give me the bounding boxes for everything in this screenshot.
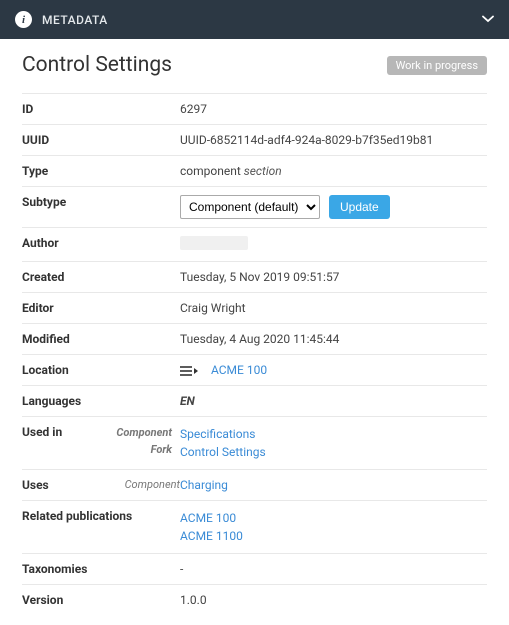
field-editor: Editor Craig Wright — [22, 292, 487, 323]
label-related: Related publications — [22, 509, 180, 523]
sublabel-uses: Component — [125, 478, 180, 491]
value-uses: Charging — [180, 478, 487, 492]
label-modified: Modified — [22, 332, 180, 346]
field-used-in: Used in Component Fork Specifications Co… — [22, 416, 487, 469]
value-id: 6297 — [180, 102, 487, 116]
field-related: Related publications ACME 100 ACME 1100 — [22, 500, 487, 553]
type-prefix: component — [180, 164, 244, 178]
label-author: Author — [22, 236, 180, 250]
used-in-link-2[interactable]: Control Settings — [180, 443, 487, 461]
page-title: Control Settings — [22, 53, 387, 77]
field-languages: Languages EN — [22, 385, 487, 416]
value-location: ACME 100 — [180, 363, 487, 377]
value-related: ACME 100 ACME 1100 — [180, 509, 487, 545]
field-location: Location ACME 100 — [22, 354, 487, 385]
sublabel-fork: Fork — [151, 442, 172, 459]
author-redacted — [180, 236, 248, 250]
field-version: Version 1.0.0 — [22, 584, 487, 615]
field-author: Author — [22, 227, 487, 261]
breadcrumb-icon[interactable] — [180, 365, 198, 377]
field-id: ID 6297 — [22, 93, 487, 124]
related-link-2[interactable]: ACME 1100 — [180, 527, 487, 545]
sublabel-component: Component — [116, 425, 172, 442]
label-used-in-text: Used in — [22, 425, 116, 439]
label-location: Location — [22, 363, 180, 377]
chevron-down-icon[interactable] — [482, 12, 494, 27]
value-created: Tuesday, 5 Nov 2019 09:51:57 — [180, 270, 487, 284]
label-used-in: Used in Component Fork — [22, 425, 180, 458]
value-version: 1.0.0 — [180, 593, 487, 607]
field-taxonomies: Taxonomies - — [22, 553, 487, 584]
value-taxonomies: - — [180, 562, 487, 576]
value-languages: EN — [180, 394, 487, 408]
field-modified: Modified Tuesday, 4 Aug 2020 11:45:44 — [22, 323, 487, 354]
value-used-in: Specifications Control Settings — [180, 425, 487, 461]
subtype-select[interactable]: Component (default) — [180, 195, 320, 219]
label-id: ID — [22, 102, 180, 116]
type-suffix: section — [244, 164, 282, 178]
location-link[interactable]: ACME 100 — [211, 363, 267, 377]
metadata-content: Control Settings Work in progress ID 629… — [0, 39, 509, 625]
value-uuid: UUID-6852114d-adf4-924a-8029-b7f35ed19b8… — [180, 133, 487, 147]
label-uuid: UUID — [22, 133, 180, 147]
field-created: Created Tuesday, 5 Nov 2019 09:51:57 — [22, 261, 487, 292]
value-editor: Craig Wright — [180, 301, 487, 315]
info-icon: i — [15, 11, 32, 28]
value-type: component section — [180, 164, 487, 178]
label-created: Created — [22, 270, 180, 284]
label-languages: Languages — [22, 394, 180, 408]
uses-link[interactable]: Charging — [180, 478, 228, 492]
field-uses: Uses Component Charging — [22, 469, 487, 500]
label-uses: Uses Component — [22, 478, 180, 492]
label-type: Type — [22, 164, 180, 178]
value-modified: Tuesday, 4 Aug 2020 11:45:44 — [180, 332, 487, 346]
field-uuid: UUID UUID-6852114d-adf4-924a-8029-b7f35e… — [22, 124, 487, 155]
update-button[interactable]: Update — [329, 195, 390, 219]
field-type: Type component section — [22, 155, 487, 186]
label-taxonomies: Taxonomies — [22, 562, 180, 576]
label-version: Version — [22, 593, 180, 607]
metadata-header: i METADATA — [0, 0, 509, 39]
label-subtype: Subtype — [22, 195, 180, 209]
related-link-1[interactable]: ACME 100 — [180, 509, 487, 527]
value-author — [180, 236, 487, 253]
label-editor: Editor — [22, 301, 180, 315]
value-subtype: Component (default) Update — [180, 195, 487, 219]
header-title: METADATA — [42, 13, 482, 27]
status-badge: Work in progress — [387, 56, 487, 75]
field-subtype: Subtype Component (default) Update — [22, 186, 487, 227]
page-header: Control Settings Work in progress — [22, 53, 487, 77]
used-in-link-1[interactable]: Specifications — [180, 425, 487, 443]
label-uses-text: Uses — [22, 478, 125, 492]
